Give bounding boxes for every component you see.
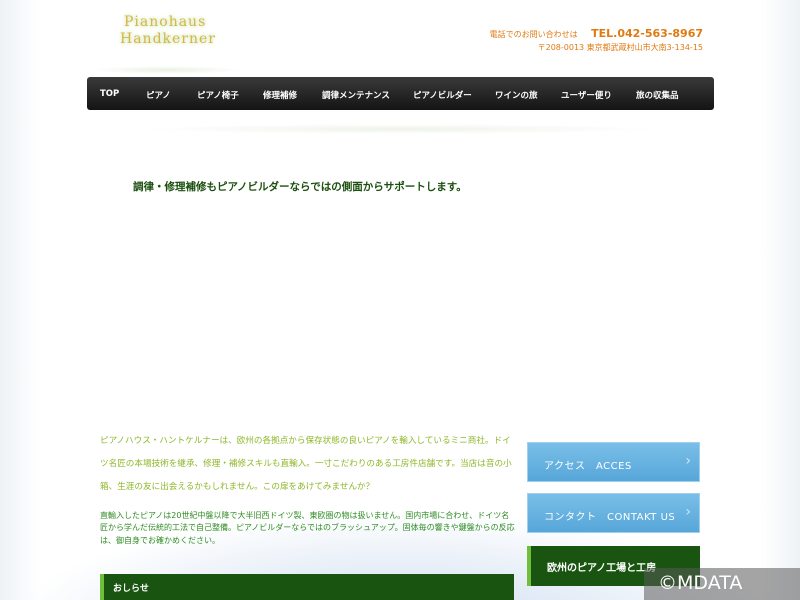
detail-text: 直輸入したピアノは20世紀中盤以降で大半旧西ドイツ製、東欧圏の物は扱いません。国… xyxy=(100,511,515,545)
nav-item-wine-trip[interactable]: ワインの旅 xyxy=(495,89,538,101)
chevron-right-icon: › xyxy=(685,453,691,469)
access-label: アクセス ACCES xyxy=(544,461,632,472)
main-nav: TOP ピアノ ピアノ椅子 修理補修 調律メンテナンス ピアノビルダー ワインの… xyxy=(87,77,714,110)
nav-item-travel-collection[interactable]: 旅の収集品 xyxy=(636,89,679,101)
factory-label: 欧州のピアノ工場と工房 xyxy=(547,563,657,574)
access-button[interactable]: アクセス ACCES › xyxy=(527,442,700,482)
nav-item-user-letters[interactable]: ユーザー便り xyxy=(561,89,612,101)
news-title: おしらせ xyxy=(113,584,149,594)
contact-address: 〒208-0013 東京都武蔵村山市大南3-134-15 xyxy=(537,43,703,52)
chevron-right-icon: › xyxy=(685,504,691,520)
nav-item-piano-chair[interactable]: ピアノ椅子 xyxy=(197,89,239,101)
news-header: おしらせ xyxy=(100,574,514,600)
watermark: ©MDATA xyxy=(644,568,800,600)
page-headline: 調律・修理補修もピアノビルダーならではの側面からサポートします。 xyxy=(133,181,467,193)
logo-line-1: Pianohaus xyxy=(124,14,207,30)
nav-item-repair[interactable]: 修理補修 xyxy=(263,89,297,101)
contact-us-label: コンタクト CONTAKT US xyxy=(544,512,676,523)
nav-item-piano-builder[interactable]: ピアノビルダー xyxy=(413,89,472,101)
contact-us-button[interactable]: コンタクト CONTAKT US › xyxy=(527,493,700,533)
logo-line-2: Handkerner xyxy=(120,31,216,47)
nav-item-tuning[interactable]: 調律メンテナンス xyxy=(322,89,390,101)
nav-item-piano[interactable]: ピアノ xyxy=(146,89,171,101)
intro-text: ピアノハウス・ハントケルナーは、欧州の各拠点から保存状態の良いピアノを輸入してい… xyxy=(100,436,512,492)
nav-shadow xyxy=(140,124,660,134)
site-logo[interactable]: Pianohaus Handkerner xyxy=(100,14,250,50)
contact-label: 電話でのお問い合わせは xyxy=(489,30,578,39)
logo-shadow xyxy=(92,66,242,74)
nav-item-top[interactable]: TOP xyxy=(100,89,119,99)
contact-phone: 電話でのお問い合わせは TEL.042-563-8967 xyxy=(490,27,703,40)
phone-number[interactable]: TEL.042-563-8967 xyxy=(591,27,703,40)
